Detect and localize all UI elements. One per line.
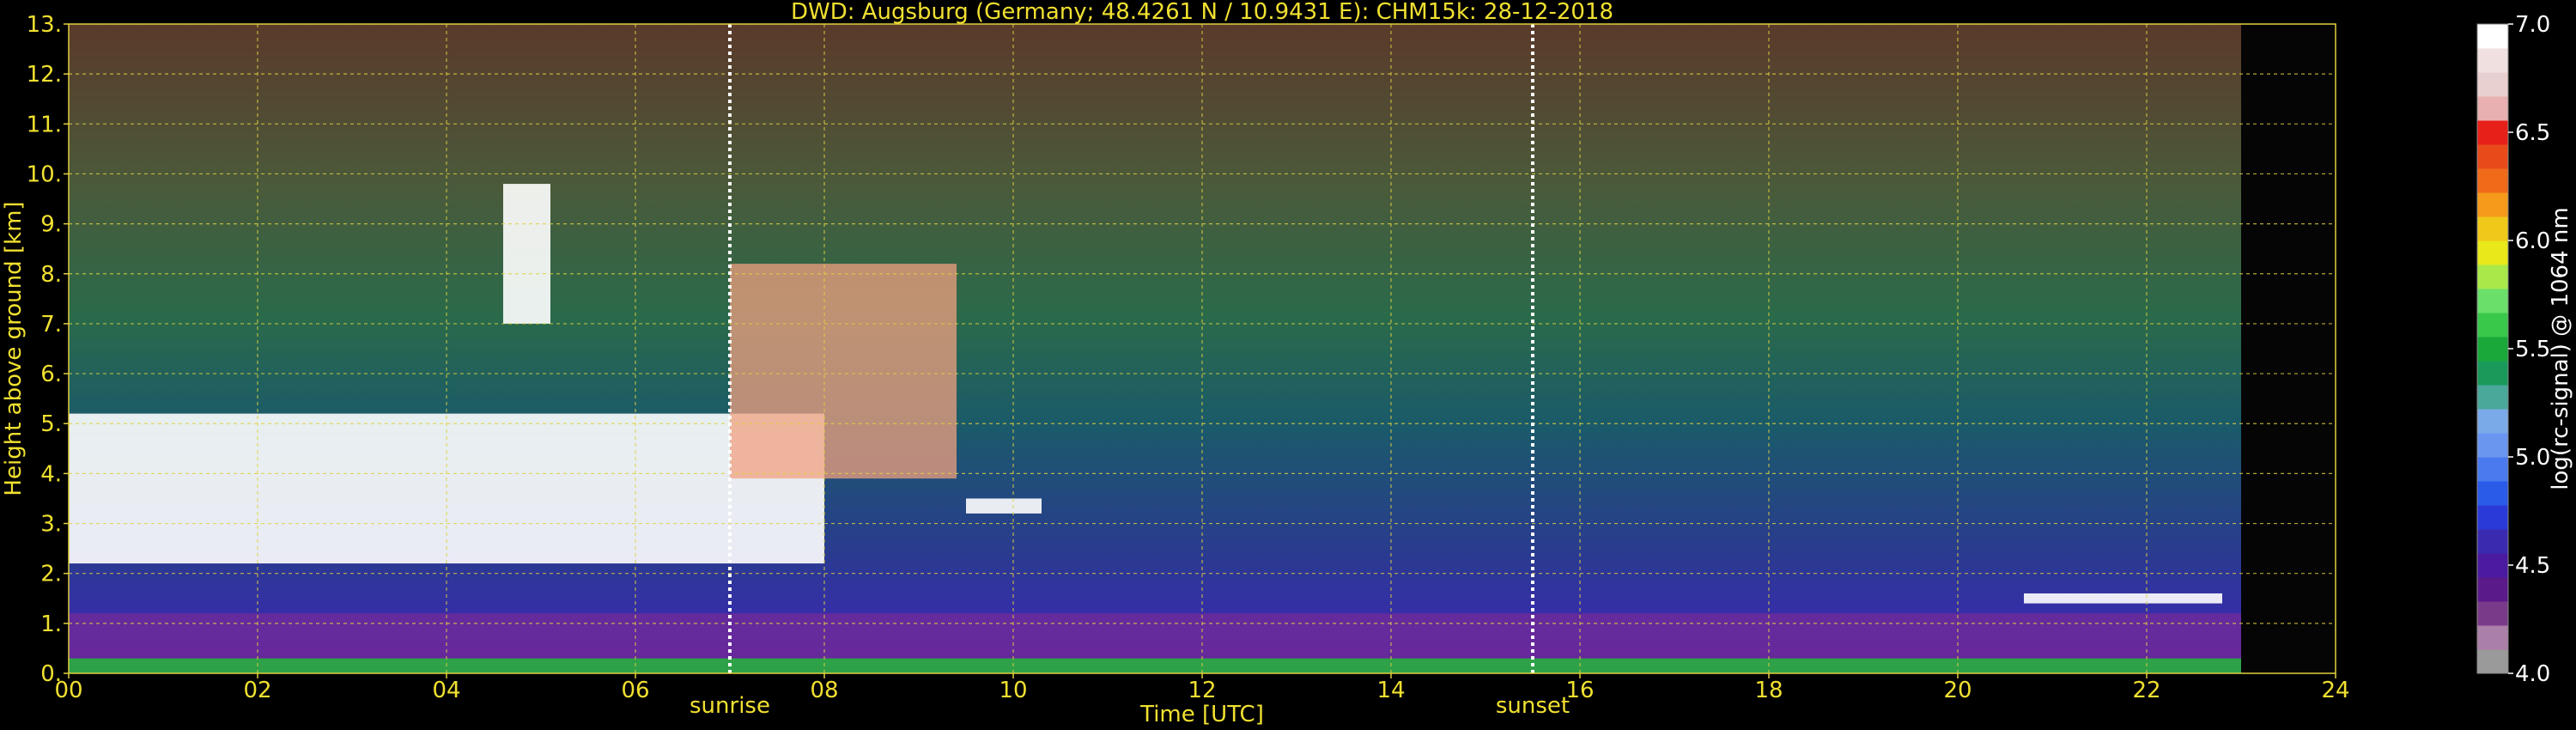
- y-tick-label: 4.: [40, 461, 62, 487]
- colorbar-segment: [2477, 120, 2508, 145]
- x-tick-label: 12: [1188, 678, 1216, 703]
- x-tick-label: 18: [1754, 678, 1783, 703]
- y-tick-label: 6.: [40, 362, 62, 387]
- colorbar-segment: [2477, 481, 2508, 506]
- colorbar-segment: [2477, 24, 2508, 49]
- y-axis-ticks: 0.1.2.3.4.5.6.7.8.9.10.11.12.13.: [27, 12, 69, 687]
- x-tick-label: 22: [2132, 678, 2160, 703]
- colorbar-segment: [2477, 240, 2508, 265]
- sunrise-label: sunrise: [690, 693, 770, 719]
- x-tick-label: 16: [1565, 678, 1594, 703]
- y-tick-label: 8.: [40, 262, 62, 288]
- colorbar-tick-label: 7.0: [2515, 12, 2550, 38]
- y-tick-label: 11.: [27, 112, 62, 137]
- layer-thin-cloud: [2024, 593, 2222, 604]
- colorbar-tick-label: 4.5: [2515, 553, 2550, 579]
- colorbar-tick-label: 6.5: [2515, 120, 2550, 146]
- colorbar-segment: [2477, 601, 2508, 626]
- x-tick-label: 04: [432, 678, 460, 703]
- y-tick-label: 9.: [40, 212, 62, 238]
- x-tick-label: 02: [243, 678, 271, 703]
- x-axis-label: Time [UTC]: [1139, 702, 1264, 727]
- y-tick-label: 7.: [40, 312, 62, 338]
- layer-cloud-band: [730, 264, 957, 479]
- y-tick-label: 10.: [27, 161, 62, 187]
- x-axis-ticks: 00 02 04 06 08 10 12 14 16 18 20 22 24: [54, 673, 2350, 703]
- layer-high-cloud: [503, 184, 550, 324]
- layer-surface-layer: [69, 658, 2241, 673]
- colorbar-segment: [2477, 192, 2508, 217]
- layer-boundary-layer: [69, 613, 2241, 659]
- x-tick-label: 14: [1376, 678, 1405, 703]
- sunset-label: sunset: [1496, 693, 1570, 719]
- x-tick-label: 20: [1943, 678, 1971, 703]
- colorbar-segment: [2477, 313, 2508, 338]
- colorbar-segment: [2477, 385, 2508, 410]
- colorbar-tick-label: 4.0: [2515, 661, 2550, 687]
- y-tick-label: 3.: [40, 512, 62, 538]
- x-tick-label: 24: [2321, 678, 2349, 703]
- x-tick-label: 06: [621, 678, 649, 703]
- colorbar-segment: [2477, 409, 2508, 434]
- x-tick-label: 00: [54, 678, 82, 703]
- x-tick-label: 08: [810, 678, 838, 703]
- y-tick-label: 5.: [40, 411, 62, 437]
- colorbar-segment: [2477, 337, 2508, 362]
- layer-low-cloud: [966, 498, 1042, 514]
- colorbar-segment: [2477, 144, 2508, 169]
- colorbar-ticks: 4.0 4.5 5.0 5.5 6.0 6.5 7.0: [2508, 12, 2550, 687]
- heatmap-no-data: [2241, 24, 2336, 673]
- colorbar-segment: [2477, 625, 2508, 650]
- colorbar-segment: [2477, 577, 2508, 602]
- y-tick-label: 1.: [40, 611, 62, 637]
- colorbar-segment: [2477, 529, 2508, 554]
- colorbar-segment: [2477, 505, 2508, 530]
- colorbar: [2476, 23, 2509, 674]
- y-axis-label: Height above ground [km]: [1, 201, 27, 496]
- x-tick-label: 10: [999, 678, 1027, 703]
- lidar-chart: DWD: Augsburg (Germany; 48.4261 N / 10.9…: [1, 0, 2573, 727]
- colorbar-tick-label: 5.0: [2515, 445, 2550, 471]
- colorbar-tick-label: 6.0: [2515, 228, 2550, 254]
- colorbar-segment: [2477, 216, 2508, 241]
- colorbar-tick-label: 5.5: [2515, 337, 2550, 362]
- colorbar-segment: [2477, 96, 2508, 121]
- colorbar-segment: [2477, 649, 2508, 674]
- y-tick-label: 12.: [27, 62, 62, 88]
- colorbar-segment: [2477, 289, 2508, 313]
- y-tick-label: 13.: [27, 12, 62, 38]
- colorbar-segment: [2477, 265, 2508, 289]
- chart-title: DWD: Augsburg (Germany; 48.4261 N / 10.9…: [791, 0, 1613, 25]
- y-tick-label: 2.: [40, 562, 62, 587]
- colorbar-segment: [2477, 457, 2508, 482]
- colorbar-segment: [2477, 72, 2508, 97]
- colorbar-segment: [2477, 168, 2508, 193]
- colorbar-segment: [2477, 433, 2508, 458]
- colorbar-label: log(rc-signal) @ 1064 nm: [2548, 207, 2573, 490]
- colorbar-segment: [2477, 553, 2508, 578]
- colorbar-segment: [2477, 361, 2508, 386]
- colorbar-segment: [2477, 48, 2508, 73]
